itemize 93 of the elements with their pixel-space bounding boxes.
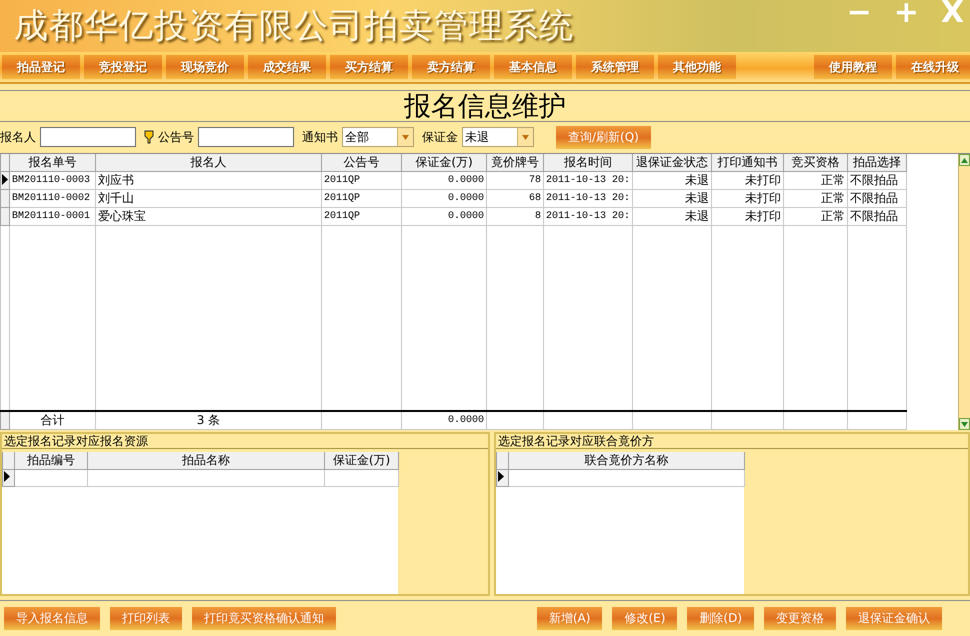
column-header[interactable]: 报名时间 — [544, 154, 632, 172]
column-header[interactable]: 退保证金状态 — [632, 154, 712, 172]
table-cell: 正常 — [784, 172, 848, 190]
dropdown[interactable]: 全部 — [342, 127, 414, 147]
text-field[interactable] — [198, 127, 294, 147]
window-control[interactable]: − — [842, 0, 876, 26]
text-field[interactable] — [40, 127, 136, 147]
table-cell: 未打印 — [712, 172, 784, 190]
total-cell: 合计 — [10, 411, 96, 430]
table-cell: 未退 — [632, 208, 712, 226]
column-header[interactable]: 打印通知书 — [712, 154, 784, 172]
action-button[interactable]: 导入报名信息 — [4, 607, 100, 630]
query-button[interactable]: 查询/刷新(Q) — [556, 126, 651, 148]
column-header[interactable]: 保证金(万) — [324, 452, 398, 470]
menu-button[interactable]: 系统管理 — [576, 55, 654, 79]
caret-icon — [402, 134, 409, 140]
filter-label: 公告号 — [158, 128, 194, 146]
down-arrow-icon — [961, 422, 968, 426]
menu-button[interactable]: 买方结算 — [330, 55, 408, 79]
row-indicator[interactable] — [2, 470, 14, 486]
column-header[interactable]: 联合竟价方名称 — [508, 452, 744, 470]
table-cell: BM201110-0003 — [10, 172, 96, 190]
table-cell: 爱心珠宝 — [96, 208, 322, 226]
column-header[interactable]: 保证金(万) — [402, 154, 486, 172]
table-cell: 未打印 — [712, 190, 784, 208]
table-cell: 刘千山 — [96, 190, 322, 208]
action-button[interactable]: 打印列表 — [110, 607, 182, 630]
action-button[interactable]: 删除(D) — [687, 607, 754, 630]
column-header[interactable]: 报名人 — [96, 154, 322, 172]
table-cell: 不限拍品 — [848, 172, 906, 190]
table-cell: 2011QP — [322, 172, 402, 190]
total-cell: 0.0000 — [402, 411, 486, 430]
filter-label: 报名人 — [0, 128, 36, 146]
window-control[interactable]: X — [936, 0, 968, 26]
table-cell: 68 — [486, 190, 544, 208]
table-cell: BM201110-0001 — [10, 208, 96, 226]
table-cell: 刘应书 — [96, 172, 322, 190]
table-cell: 未打印 — [712, 208, 784, 226]
table-cell: 78 — [486, 172, 544, 190]
dropdown[interactable]: 未退 — [462, 127, 534, 147]
column-header[interactable]: 报名单号 — [10, 154, 96, 172]
row-indicator[interactable] — [0, 172, 10, 190]
menu-button[interactable]: 现场竞价 — [166, 55, 244, 79]
menu-button[interactable]: 基本信息 — [494, 55, 572, 79]
menu-button[interactable]: 其他功能 — [658, 55, 736, 79]
menu-button[interactable]: 竞投登记 — [84, 55, 162, 79]
table-cell: 0.0000 — [402, 172, 486, 190]
action-button[interactable]: 退保证金确认 — [846, 607, 942, 630]
table-cell: 未退 — [632, 172, 712, 190]
panel-title: 选定报名记录对应联合竟价方 — [496, 432, 968, 449]
table-cell: 未退 — [632, 190, 712, 208]
column-header[interactable]: 拍品选择 — [848, 154, 906, 172]
table-cell: 不限拍品 — [848, 190, 906, 208]
up-arrow-icon — [961, 158, 968, 162]
table-cell: BM201110-0002 — [10, 190, 96, 208]
menu-button[interactable]: 卖方结算 — [412, 55, 490, 79]
caret-icon — [522, 134, 529, 140]
current-row-icon — [3, 471, 10, 482]
page-title: 报名信息维护 — [404, 90, 566, 124]
app-title: 成都华亿投资有限公司拍卖管理系统 — [14, 5, 574, 48]
table-cell: 8 — [486, 208, 544, 226]
panel-title: 选定报名记录对应报名资源 — [2, 432, 488, 449]
action-button[interactable]: 新增(A) — [536, 607, 602, 630]
table-cell: 正常 — [784, 208, 848, 226]
total-cell: 3 条 — [96, 411, 322, 430]
table-cell: 2011QP — [322, 190, 402, 208]
table-cell: 不限拍品 — [848, 208, 906, 226]
filter-label: 保证金 — [422, 128, 458, 146]
table-cell: 2011QP — [322, 208, 402, 226]
menu-button[interactable]: 拍品登记 — [2, 55, 80, 79]
row-indicator[interactable] — [496, 470, 508, 486]
column-header[interactable]: 竟价牌号 — [486, 154, 544, 172]
table-cell: 2011-10-13 20: — [544, 190, 632, 208]
action-button[interactable]: 打印竟买资格确认通知 — [192, 607, 336, 630]
table-cell: 0.0000 — [402, 208, 486, 226]
action-button[interactable]: 变更资格 — [764, 607, 836, 630]
table-cell: 正常 — [784, 190, 848, 208]
table-cell: 2011-10-13 20: — [544, 172, 632, 190]
menu-button[interactable]: 使用教程 — [814, 55, 892, 79]
column-header[interactable]: 拍品编号 — [14, 452, 88, 470]
table-cell: 0.0000 — [402, 190, 486, 208]
action-button[interactable]: 修改(E) — [612, 607, 678, 630]
column-header[interactable]: 公告号 — [322, 154, 402, 172]
column-header[interactable]: 拍品名称 — [88, 452, 324, 470]
menu-button[interactable]: 成交结果 — [248, 55, 326, 79]
current-row-icon — [1, 174, 8, 184]
current-row-icon — [496, 471, 504, 482]
column-header[interactable]: 竞买资格 — [784, 154, 848, 172]
filter-label: 通知书 — [302, 128, 338, 146]
table-cell: 2011-10-13 20: — [544, 208, 632, 226]
menu-button[interactable]: 在线升级 — [896, 55, 970, 79]
window-control[interactable]: + — [890, 0, 923, 26]
vertical-scrollbar[interactable] — [958, 154, 970, 430]
